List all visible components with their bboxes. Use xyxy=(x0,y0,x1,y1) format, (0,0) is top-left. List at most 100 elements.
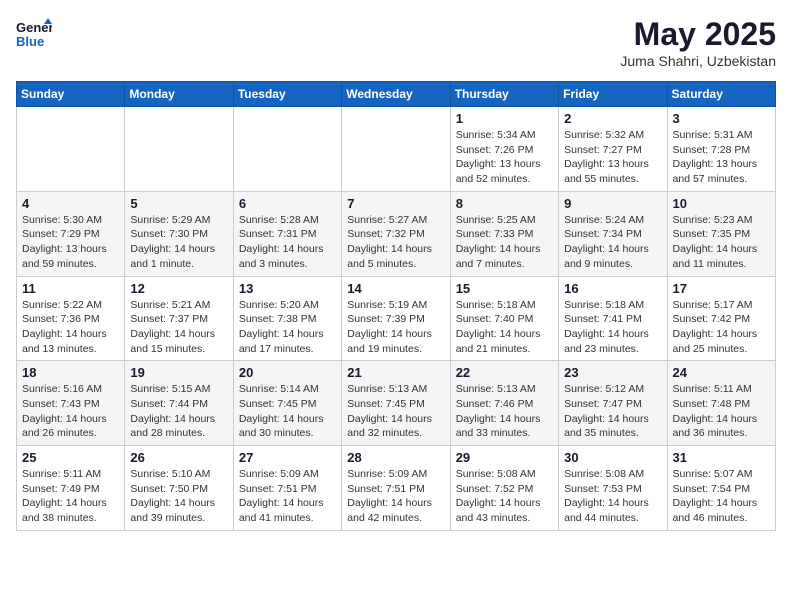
calendar-cell: 29 Sunrise: 5:08 AM Sunset: 7:52 PM Dayli… xyxy=(450,446,558,531)
day-info: Sunrise: 5:23 AM Sunset: 7:35 PM Dayligh… xyxy=(673,213,770,272)
calendar-cell: 24 Sunrise: 5:11 AM Sunset: 7:48 PM Dayli… xyxy=(667,361,775,446)
day-info: Sunrise: 5:31 AM Sunset: 7:28 PM Dayligh… xyxy=(673,128,770,187)
day-number: 10 xyxy=(673,196,770,211)
day-info: Sunrise: 5:29 AM Sunset: 7:30 PM Dayligh… xyxy=(130,213,227,272)
weekday-header-row: SundayMondayTuesdayWednesdayThursdayFrid… xyxy=(17,82,776,107)
calendar-subtitle: Juma Shahri, Uzbekistan xyxy=(620,53,776,69)
day-number: 24 xyxy=(673,365,770,380)
calendar-title: May 2025 xyxy=(620,16,776,53)
day-number: 29 xyxy=(456,450,553,465)
day-info: Sunrise: 5:27 AM Sunset: 7:32 PM Dayligh… xyxy=(347,213,444,272)
day-number: 12 xyxy=(130,281,227,296)
day-info: Sunrise: 5:21 AM Sunset: 7:37 PM Dayligh… xyxy=(130,298,227,357)
day-info: Sunrise: 5:14 AM Sunset: 7:45 PM Dayligh… xyxy=(239,382,336,441)
day-number: 2 xyxy=(564,111,661,126)
day-number: 30 xyxy=(564,450,661,465)
day-info: Sunrise: 5:20 AM Sunset: 7:38 PM Dayligh… xyxy=(239,298,336,357)
day-info: Sunrise: 5:25 AM Sunset: 7:33 PM Dayligh… xyxy=(456,213,553,272)
calendar-cell: 4 Sunrise: 5:30 AM Sunset: 7:29 PM Daylig… xyxy=(17,191,125,276)
day-info: Sunrise: 5:08 AM Sunset: 7:53 PM Dayligh… xyxy=(564,467,661,526)
day-info: Sunrise: 5:08 AM Sunset: 7:52 PM Dayligh… xyxy=(456,467,553,526)
calendar-cell: 3 Sunrise: 5:31 AM Sunset: 7:28 PM Daylig… xyxy=(667,107,775,192)
day-info: Sunrise: 5:19 AM Sunset: 7:39 PM Dayligh… xyxy=(347,298,444,357)
day-number: 23 xyxy=(564,365,661,380)
calendar-cell: 5 Sunrise: 5:29 AM Sunset: 7:30 PM Daylig… xyxy=(125,191,233,276)
weekday-header-monday: Monday xyxy=(125,82,233,107)
calendar-cell xyxy=(233,107,341,192)
day-number: 26 xyxy=(130,450,227,465)
logo-icon: General Blue xyxy=(16,16,52,52)
calendar-cell: 25Sunrise: 5:11 AM Sunset: 7:49 PM Dayli… xyxy=(17,446,125,531)
day-number: 19 xyxy=(130,365,227,380)
day-number: 28 xyxy=(347,450,444,465)
calendar-table: SundayMondayTuesdayWednesdayThursdayFrid… xyxy=(16,81,776,531)
logo: General Blue xyxy=(16,16,52,52)
day-number: 22 xyxy=(456,365,553,380)
calendar-week-row: 18Sunrise: 5:16 AM Sunset: 7:43 PM Dayli… xyxy=(17,361,776,446)
weekday-header-sunday: Sunday xyxy=(17,82,125,107)
day-number: 13 xyxy=(239,281,336,296)
day-number: 25 xyxy=(22,450,119,465)
day-info: Sunrise: 5:09 AM Sunset: 7:51 PM Dayligh… xyxy=(239,467,336,526)
calendar-cell: 15 Sunrise: 5:18 AM Sunset: 7:40 PM Dayli… xyxy=(450,276,558,361)
calendar-cell: 16 Sunrise: 5:18 AM Sunset: 7:41 PM Dayli… xyxy=(559,276,667,361)
weekday-header-thursday: Thursday xyxy=(450,82,558,107)
calendar-cell: 2 Sunrise: 5:32 AM Sunset: 7:27 PM Daylig… xyxy=(559,107,667,192)
calendar-week-row: 11 Sunrise: 5:22 AM Sunset: 7:36 PM Dayli… xyxy=(17,276,776,361)
day-info: Sunrise: 5:28 AM Sunset: 7:31 PM Dayligh… xyxy=(239,213,336,272)
day-info: Sunrise: 5:11 AM Sunset: 7:48 PM Dayligh… xyxy=(673,382,770,441)
day-info: Sunrise: 5:17 AM Sunset: 7:42 PM Dayligh… xyxy=(673,298,770,357)
calendar-week-row: 1 Sunrise: 5:34 AM Sunset: 7:26 PM Daylig… xyxy=(17,107,776,192)
calendar-cell: 21 Sunrise: 5:13 AM Sunset: 7:45 PM Dayli… xyxy=(342,361,450,446)
weekday-header-friday: Friday xyxy=(559,82,667,107)
day-info: Sunrise: 5:18 AM Sunset: 7:41 PM Dayligh… xyxy=(564,298,661,357)
day-info: Sunrise: 5:34 AM Sunset: 7:26 PM Dayligh… xyxy=(456,128,553,187)
day-info: Sunrise: 5:30 AM Sunset: 7:29 PM Dayligh… xyxy=(22,213,119,272)
calendar-week-row: 25Sunrise: 5:11 AM Sunset: 7:49 PM Dayli… xyxy=(17,446,776,531)
day-number: 21 xyxy=(347,365,444,380)
day-info: Sunrise: 5:10 AM Sunset: 7:50 PM Dayligh… xyxy=(130,467,227,526)
calendar-cell: 13 Sunrise: 5:20 AM Sunset: 7:38 PM Dayli… xyxy=(233,276,341,361)
day-number: 1 xyxy=(456,111,553,126)
calendar-cell: 17 Sunrise: 5:17 AM Sunset: 7:42 PM Dayli… xyxy=(667,276,775,361)
calendar-cell: 27 Sunrise: 5:09 AM Sunset: 7:51 PM Dayli… xyxy=(233,446,341,531)
day-number: 11 xyxy=(22,281,119,296)
calendar-cell: 12 Sunrise: 5:21 AM Sunset: 7:37 PM Dayli… xyxy=(125,276,233,361)
day-info: Sunrise: 5:13 AM Sunset: 7:46 PM Dayligh… xyxy=(456,382,553,441)
day-number: 4 xyxy=(22,196,119,211)
day-number: 15 xyxy=(456,281,553,296)
day-info: Sunrise: 5:07 AM Sunset: 7:54 PM Dayligh… xyxy=(673,467,770,526)
calendar-cell: 23Sunrise: 5:12 AM Sunset: 7:47 PM Dayli… xyxy=(559,361,667,446)
svg-text:Blue: Blue xyxy=(16,34,44,49)
calendar-cell: 26 Sunrise: 5:10 AM Sunset: 7:50 PM Dayli… xyxy=(125,446,233,531)
day-number: 27 xyxy=(239,450,336,465)
day-number: 17 xyxy=(673,281,770,296)
day-number: 14 xyxy=(347,281,444,296)
calendar-cell: 10 Sunrise: 5:23 AM Sunset: 7:35 PM Dayli… xyxy=(667,191,775,276)
calendar-week-row: 4 Sunrise: 5:30 AM Sunset: 7:29 PM Daylig… xyxy=(17,191,776,276)
day-number: 7 xyxy=(347,196,444,211)
day-number: 6 xyxy=(239,196,336,211)
calendar-cell: 6 Sunrise: 5:28 AM Sunset: 7:31 PM Daylig… xyxy=(233,191,341,276)
calendar-cell xyxy=(125,107,233,192)
day-info: Sunrise: 5:32 AM Sunset: 7:27 PM Dayligh… xyxy=(564,128,661,187)
calendar-cell: 19Sunrise: 5:15 AM Sunset: 7:44 PM Dayli… xyxy=(125,361,233,446)
calendar-cell: 8Sunrise: 5:25 AM Sunset: 7:33 PM Daylig… xyxy=(450,191,558,276)
day-number: 5 xyxy=(130,196,227,211)
day-info: Sunrise: 5:22 AM Sunset: 7:36 PM Dayligh… xyxy=(22,298,119,357)
weekday-header-wednesday: Wednesday xyxy=(342,82,450,107)
calendar-cell: 9Sunrise: 5:24 AM Sunset: 7:34 PM Daylig… xyxy=(559,191,667,276)
calendar-cell: 30 Sunrise: 5:08 AM Sunset: 7:53 PM Dayli… xyxy=(559,446,667,531)
day-number: 3 xyxy=(673,111,770,126)
weekday-header-saturday: Saturday xyxy=(667,82,775,107)
day-info: Sunrise: 5:18 AM Sunset: 7:40 PM Dayligh… xyxy=(456,298,553,357)
calendar-cell: 18Sunrise: 5:16 AM Sunset: 7:43 PM Dayli… xyxy=(17,361,125,446)
day-number: 20 xyxy=(239,365,336,380)
day-info: Sunrise: 5:16 AM Sunset: 7:43 PM Dayligh… xyxy=(22,382,119,441)
day-number: 9 xyxy=(564,196,661,211)
calendar-cell: 7 Sunrise: 5:27 AM Sunset: 7:32 PM Daylig… xyxy=(342,191,450,276)
day-info: Sunrise: 5:13 AM Sunset: 7:45 PM Dayligh… xyxy=(347,382,444,441)
day-number: 16 xyxy=(564,281,661,296)
calendar-cell: 22 Sunrise: 5:13 AM Sunset: 7:46 PM Dayli… xyxy=(450,361,558,446)
title-block: May 2025 Juma Shahri, Uzbekistan xyxy=(620,16,776,69)
